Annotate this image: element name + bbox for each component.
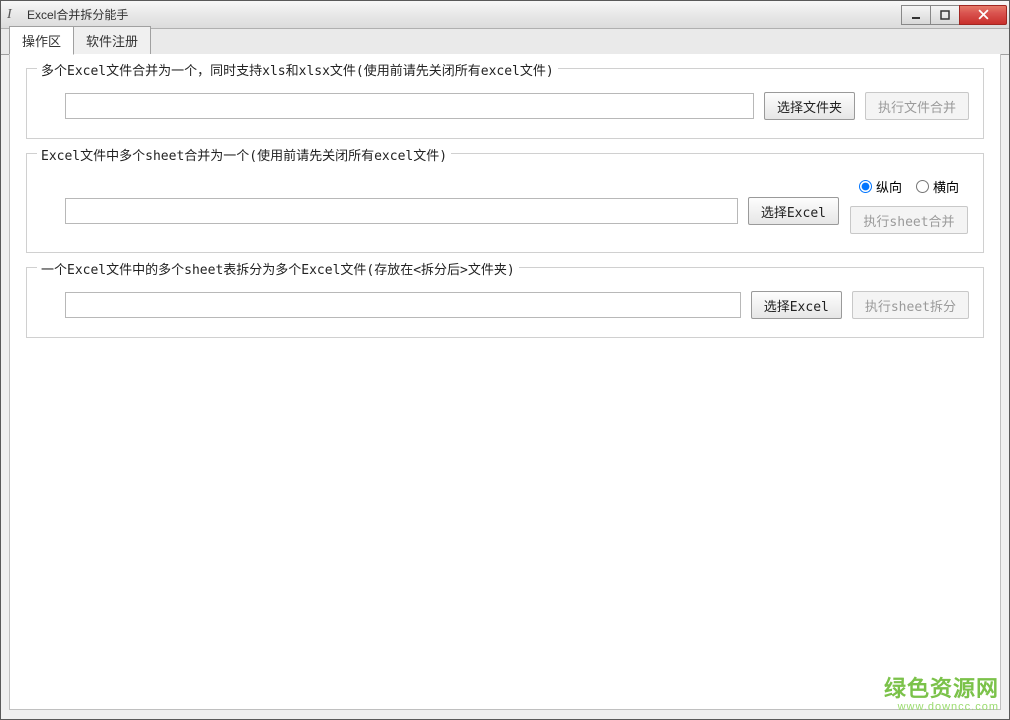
select-excel-split-button[interactable]: 选择Excel xyxy=(751,291,842,319)
merge-sheets-section: Excel文件中多个sheet合并为一个(使用前请先关闭所有excel文件) 选… xyxy=(26,153,984,253)
execute-sheet-merge-button[interactable]: 执行sheet合并 xyxy=(850,206,967,234)
window-title: Excel合并拆分能手 xyxy=(27,6,902,23)
app-window: I Excel合并拆分能手 操作区 软件注册 多个Excel文件合并为一个，同时… xyxy=(0,0,1010,720)
merge-files-title: 多个Excel文件合并为一个，同时支持xls和xlsx文件(使用前请先关闭所有e… xyxy=(37,60,558,79)
radio-horizontal-text: 横向 xyxy=(933,177,959,196)
tab-register[interactable]: 软件注册 xyxy=(73,26,151,55)
split-sheets-file-input[interactable] xyxy=(65,292,741,318)
select-folder-button[interactable]: 选择文件夹 xyxy=(764,92,855,120)
app-icon: I xyxy=(7,7,23,23)
split-sheets-section: 一个Excel文件中的多个sheet表拆分为多个Excel文件(存放在<拆分后>… xyxy=(26,267,984,338)
content-area: 多个Excel文件合并为一个，同时支持xls和xlsx文件(使用前请先关闭所有e… xyxy=(9,54,1001,710)
window-controls xyxy=(902,5,1007,25)
select-excel-merge-button[interactable]: 选择Excel xyxy=(748,197,839,225)
merge-sheets-file-input[interactable] xyxy=(65,198,738,224)
merge-files-folder-input[interactable] xyxy=(65,93,754,119)
orientation-radio-group: 纵向 横向 xyxy=(859,177,959,196)
radio-vertical[interactable] xyxy=(859,180,872,193)
radio-vertical-text: 纵向 xyxy=(876,177,902,196)
close-button[interactable] xyxy=(959,5,1007,25)
titlebar: I Excel合并拆分能手 xyxy=(1,1,1009,29)
execute-file-merge-button[interactable]: 执行文件合并 xyxy=(865,92,969,120)
tab-operate[interactable]: 操作区 xyxy=(9,26,74,55)
maximize-button[interactable] xyxy=(930,5,960,25)
merge-sheets-title: Excel文件中多个sheet合并为一个(使用前请先关闭所有excel文件) xyxy=(37,145,451,164)
radio-horizontal-label[interactable]: 横向 xyxy=(916,177,959,196)
radio-horizontal[interactable] xyxy=(916,180,929,193)
tab-bar: 操作区 软件注册 xyxy=(1,29,1009,55)
merge-files-section: 多个Excel文件合并为一个，同时支持xls和xlsx文件(使用前请先关闭所有e… xyxy=(26,68,984,139)
radio-vertical-label[interactable]: 纵向 xyxy=(859,177,902,196)
execute-sheet-split-button[interactable]: 执行sheet拆分 xyxy=(852,291,969,319)
split-sheets-title: 一个Excel文件中的多个sheet表拆分为多个Excel文件(存放在<拆分后>… xyxy=(37,259,519,278)
minimize-button[interactable] xyxy=(901,5,931,25)
